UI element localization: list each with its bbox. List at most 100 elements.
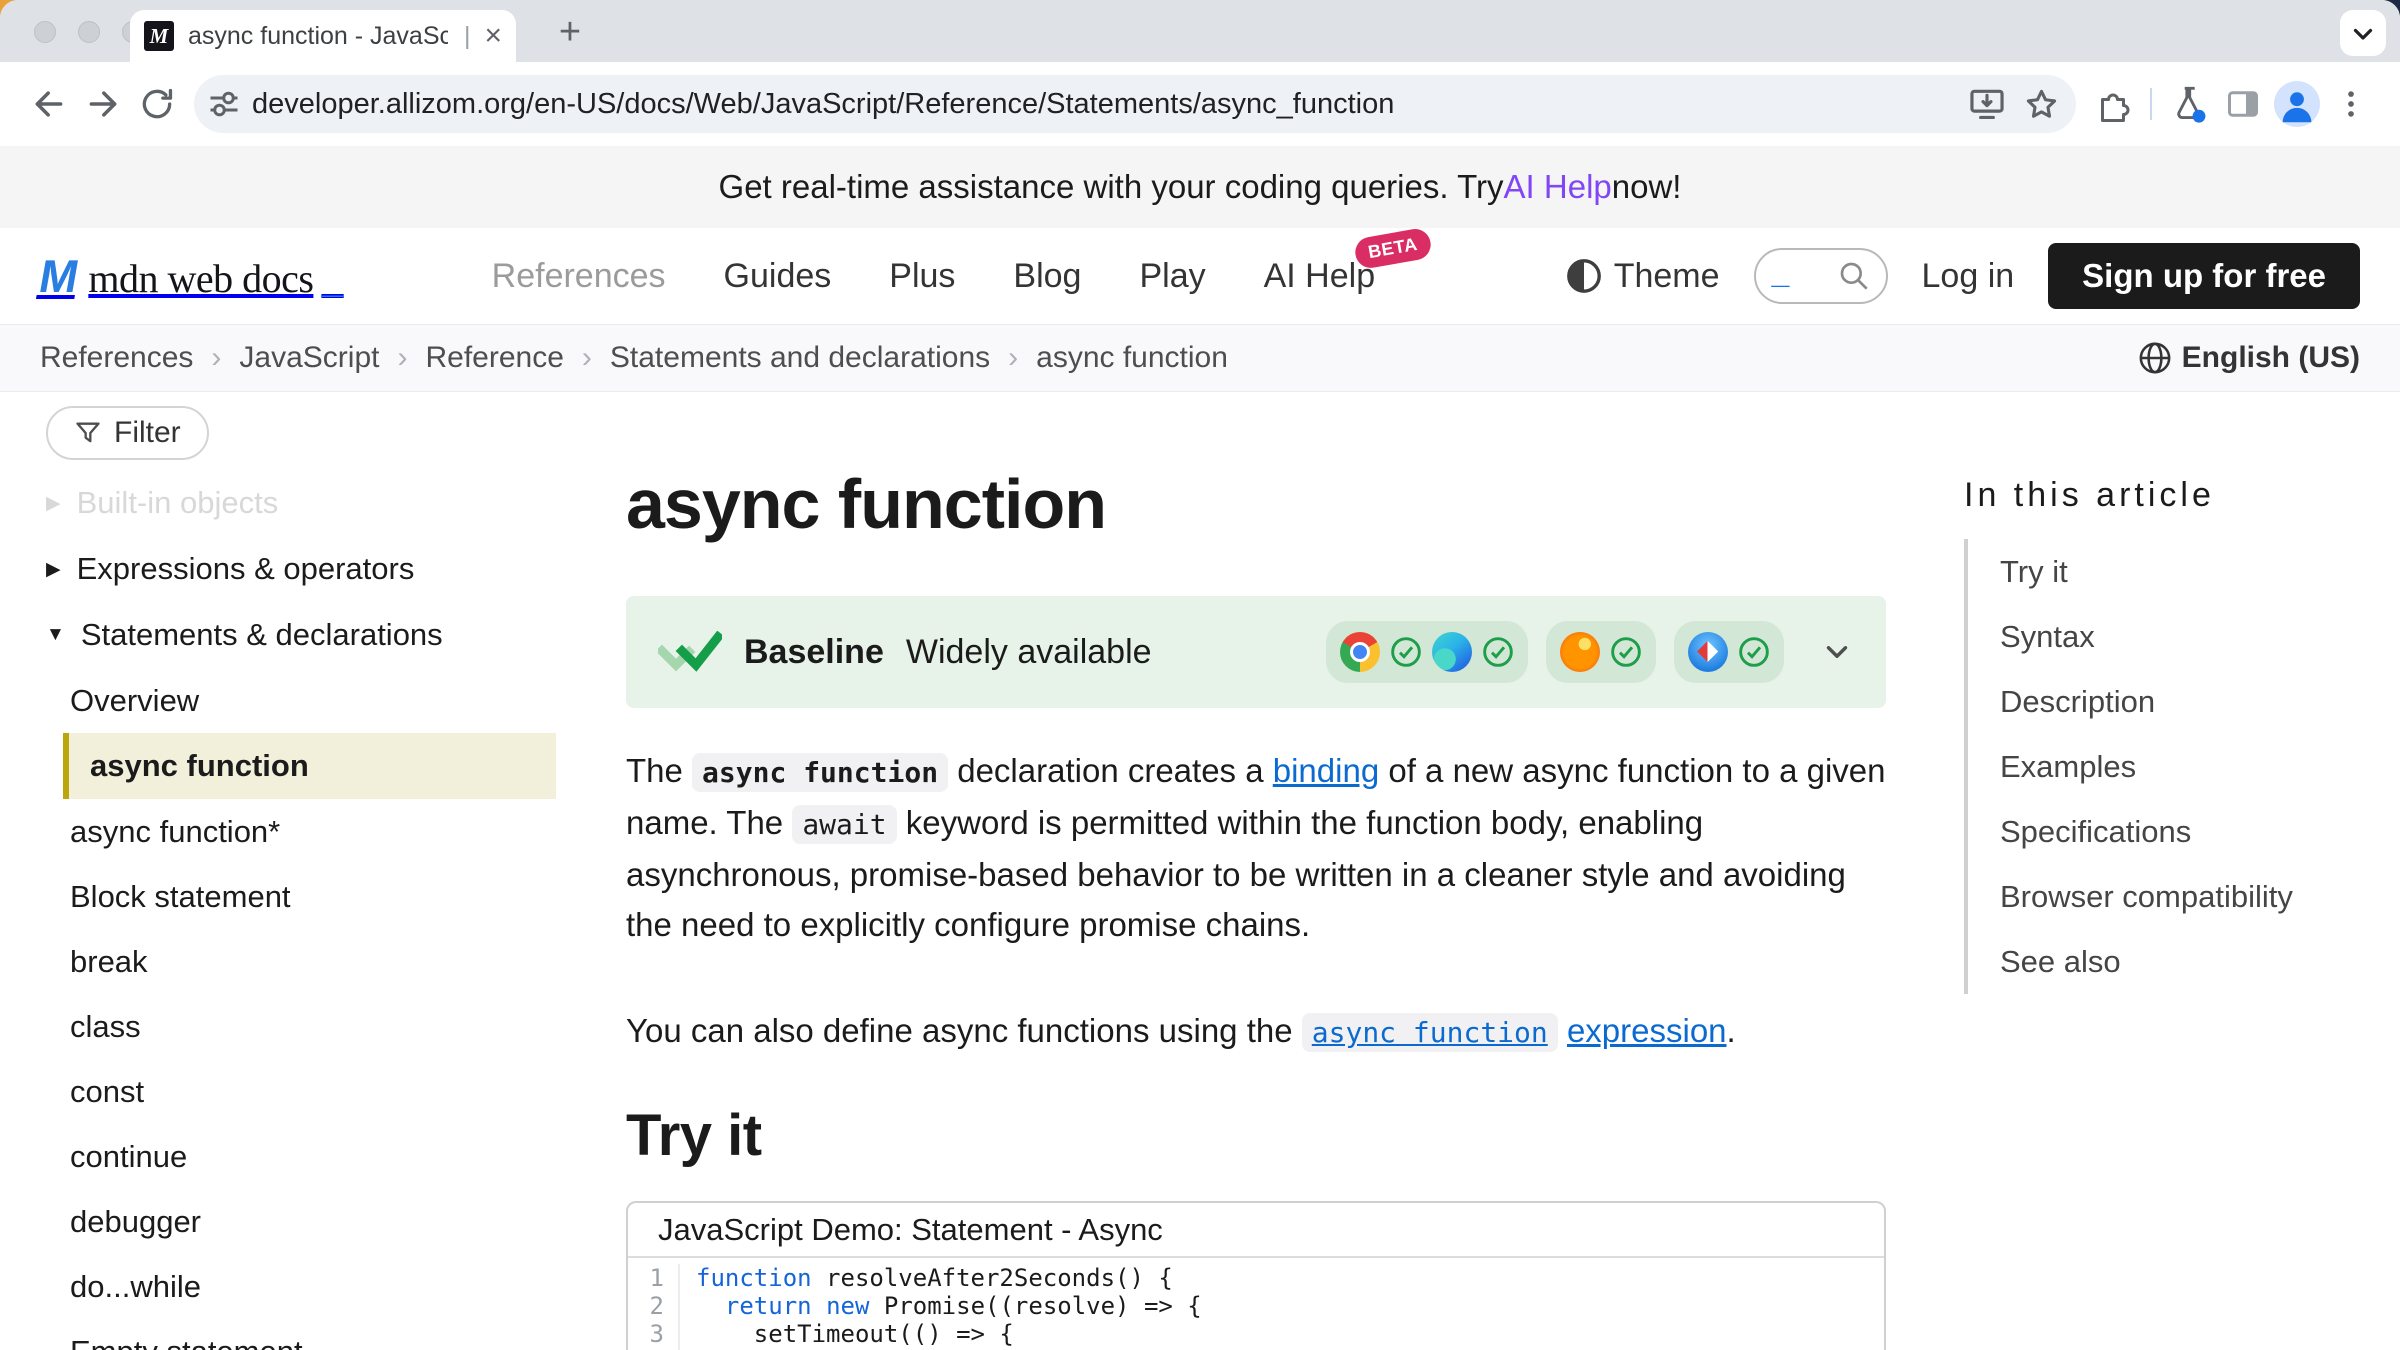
code-token <box>812 1292 826 1320</box>
document-sidebar: Filter ▶Built-in objects▶Expressions & o… <box>46 406 556 1350</box>
tab-title: async function - JavaScript <box>188 22 448 51</box>
sidebar-item-class[interactable]: class <box>46 994 556 1059</box>
sidebar-item-continue[interactable]: continue <box>46 1124 556 1189</box>
toc-item-browser-compatibility[interactable]: Browser compatibility <box>2000 864 2360 929</box>
theme-icon <box>1566 258 1602 294</box>
tab-search-button[interactable] <box>2340 10 2386 56</box>
tab-title-separator: | <box>464 22 471 51</box>
nav-plus[interactable]: Plus <box>889 257 955 296</box>
line-number: 3 <box>628 1320 680 1348</box>
minimize-window-button[interactable] <box>78 21 100 43</box>
nav-references[interactable]: References <box>492 257 666 296</box>
demo-title: JavaScript Demo: Statement - Async <box>628 1203 1884 1258</box>
login-link[interactable]: Log in <box>1922 257 2015 296</box>
code-editor[interactable]: 1function resolveAfter2Seconds() {2 retu… <box>628 1258 1884 1350</box>
code-link-async-function[interactable]: async function <box>1302 1013 1558 1052</box>
sidebar-item-debugger[interactable]: debugger <box>46 1189 556 1254</box>
sidebar-group-built-in-objects[interactable]: ▶Built-in objects <box>46 470 556 536</box>
close-window-button[interactable] <box>34 21 56 43</box>
baseline-banner[interactable]: Baseline Widely available <box>626 596 1886 708</box>
star-icon <box>2023 86 2060 123</box>
table-of-contents: In this article Try itSyntaxDescriptionE… <box>1964 406 2360 994</box>
address-bar[interactable]: developer.allizom.org/en-US/docs/Web/Jav… <box>194 75 2076 133</box>
breadcrumb-item-javascript[interactable]: JavaScript <box>239 341 379 375</box>
locale-label: English (US) <box>2182 341 2360 375</box>
toc-item-syntax[interactable]: Syntax <box>2000 604 2360 669</box>
breadcrumb-item-references[interactable]: References <box>40 341 193 375</box>
sidebar-item-break[interactable]: break <box>46 929 556 994</box>
mdn-wordmark: mdn web docs <box>88 255 313 302</box>
sidebar-item-overview[interactable]: Overview <box>46 668 556 733</box>
breadcrumb-separator: › <box>1008 341 1018 375</box>
toc-item-specifications[interactable]: Specifications <box>2000 799 2360 864</box>
browser-toolbar: developer.allizom.org/en-US/docs/Web/Jav… <box>0 62 2400 146</box>
sidebar-group-statements-declarations[interactable]: ▼Statements & declarations <box>46 602 556 668</box>
code-token: function <box>696 1264 812 1292</box>
code-line-3: 3 setTimeout(() => { <box>628 1320 1884 1348</box>
ai-help-banner-link[interactable]: AI Help <box>1504 168 1612 206</box>
install-app-button[interactable] <box>1960 77 2014 131</box>
breadcrumb-item-async-function[interactable]: async function <box>1036 341 1228 375</box>
language-switcher[interactable]: English (US) <box>2138 341 2360 375</box>
sidebar-item-const[interactable]: const <box>46 1059 556 1124</box>
url-text[interactable]: developer.allizom.org/en-US/docs/Web/Jav… <box>252 88 1960 121</box>
forward-button[interactable] <box>76 77 130 131</box>
sidebar-item-block-statement[interactable]: Block statement <box>46 864 556 929</box>
breadcrumb-item-statements-and-declarations[interactable]: Statements and declarations <box>610 341 990 375</box>
browser-support-icons <box>1326 621 1784 683</box>
nav-blog[interactable]: Blog <box>1013 257 1081 296</box>
signup-button[interactable]: Sign up for free <box>2048 243 2360 309</box>
baseline-icon <box>658 631 722 673</box>
browser-tab[interactable]: M async function - JavaScript | × <box>130 10 516 62</box>
breadcrumb-item-reference[interactable]: Reference <box>425 341 563 375</box>
site-search-input[interactable]: _ <box>1754 248 1888 304</box>
toc-item-try-it[interactable]: Try it <box>2000 539 2360 604</box>
code-token: Promise((resolve) => { <box>869 1292 1201 1320</box>
nav-play[interactable]: Play <box>1139 257 1205 296</box>
text-link-binding[interactable]: binding <box>1273 752 1379 789</box>
breadcrumb: References›JavaScript›Reference›Statemen… <box>40 341 1228 375</box>
nav-ai-help[interactable]: AI HelpBETA <box>1264 257 1376 296</box>
theme-switcher[interactable]: Theme <box>1566 257 1720 296</box>
side-panel-button[interactable] <box>2216 77 2270 131</box>
site-settings-icon[interactable] <box>206 86 242 122</box>
reload-button[interactable] <box>130 77 184 131</box>
mdn-header: M mdn web docs _ References Guides Plus Blo… <box>0 228 2400 324</box>
toc-item-see-also[interactable]: See also <box>2000 929 2360 994</box>
sidebar-item-async-function[interactable]: async function* <box>46 799 556 864</box>
baseline-expand-button[interactable] <box>1820 635 1854 669</box>
interactive-example: JavaScript Demo: Statement - Async 1func… <box>626 1201 1886 1350</box>
sidebar-item-async-function[interactable]: async function <box>63 733 556 799</box>
sidebar-group-expressions-operators[interactable]: ▶Expressions & operators <box>46 536 556 602</box>
bookmark-button[interactable] <box>2014 77 2068 131</box>
mdn-logo[interactable]: M mdn web docs _ <box>40 249 344 303</box>
text-link-expression[interactable]: expression <box>1567 1012 1727 1049</box>
banner-text: Get real-time assistance with your codin… <box>719 168 1504 206</box>
experiments-button[interactable] <box>2162 77 2216 131</box>
sidebar-item-empty-statement[interactable]: Empty statement <box>46 1319 556 1350</box>
theme-label: Theme <box>1614 257 1720 296</box>
toc-item-examples[interactable]: Examples <box>2000 734 2360 799</box>
nav-label: Guides <box>724 257 832 295</box>
sidebar-group-label: Expressions & operators <box>77 551 415 587</box>
extensions-button[interactable] <box>2086 77 2140 131</box>
tab-close-icon[interactable]: × <box>484 21 502 51</box>
nav-guides[interactable]: Guides <box>724 257 832 296</box>
funnel-icon <box>74 419 102 447</box>
breadcrumb-separator: › <box>397 341 407 375</box>
code-token: new <box>826 1292 869 1320</box>
baseline-label: Baseline <box>744 633 884 672</box>
sidebar-item-do-while[interactable]: do...while <box>46 1254 556 1319</box>
back-button[interactable] <box>22 77 76 131</box>
toc-item-description[interactable]: Description <box>2000 669 2360 734</box>
browser-menu-button[interactable] <box>2324 77 2378 131</box>
promo-banner: Get real-time assistance with your codin… <box>0 146 2400 228</box>
filter-button[interactable]: Filter <box>46 406 209 460</box>
banner-text-suffix: now! <box>1612 168 1682 206</box>
code-line-1: 1function resolveAfter2Seconds() { <box>628 1264 1884 1292</box>
browser-group <box>1546 621 1656 683</box>
nav-label: Blog <box>1013 257 1081 295</box>
tab-strip: M async function - JavaScript | × + <box>0 0 2400 62</box>
new-tab-button[interactable]: + <box>548 10 592 54</box>
profile-button[interactable] <box>2270 77 2324 131</box>
